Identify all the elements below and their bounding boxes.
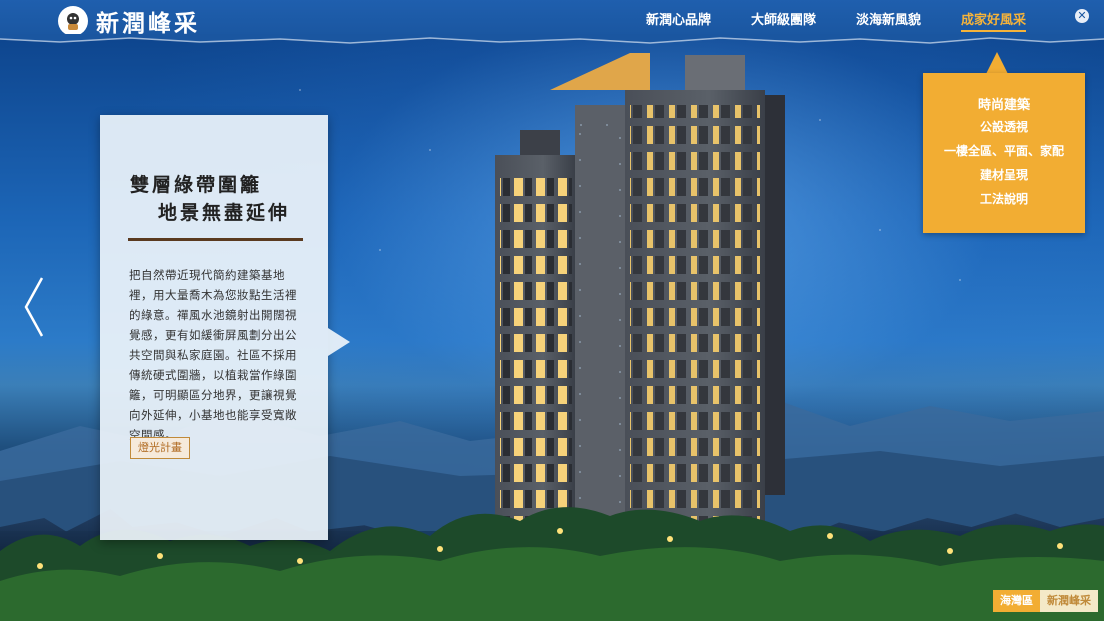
submenu-panel: 時尚建築 公設透視 一樓全區、平面、家配 建材呈現 工法說明 — [923, 73, 1085, 233]
area-label: 海灣區 — [993, 590, 1040, 612]
submenu-item-materials[interactable]: 建材呈現 — [923, 166, 1085, 190]
submenu-list: 時尚建築 公設透視 一樓全區、平面、家配 建材呈現 工法說明 — [923, 73, 1085, 214]
submenu-item-floorplans[interactable]: 一樓全區、平面、家配 — [923, 142, 1085, 166]
mascot-icon — [58, 6, 88, 36]
logo-wordmark: 新潤峰采 — [96, 10, 200, 37]
nav-item-brand[interactable]: 新潤心品牌 — [646, 9, 711, 32]
submenu-item-architecture[interactable]: 時尚建築 — [923, 94, 1085, 118]
card-description: 把自然帶近現代簡約建築基地裡，用大量喬木為您妝點生活裡的綠意。禪風水池鏡射出開闊… — [129, 268, 297, 442]
location-tag: 海灣區 新潤峰采 — [993, 590, 1098, 612]
submenu-item-construction[interactable]: 工法說明 — [923, 190, 1085, 214]
top-navigation-bar: 新潤峰采 新潤心品牌 大師級團隊 淡海新風貌 成家好風采 ✕ — [0, 0, 1104, 38]
submenu-item-facilities[interactable]: 公設透視 — [923, 118, 1085, 142]
card-divider — [128, 238, 303, 241]
brush-stroke-divider — [0, 34, 1104, 44]
card-pointer — [328, 328, 350, 356]
lighting-plan-button[interactable]: 燈光計畫 — [130, 437, 190, 459]
nav-item-danhai[interactable]: 淡海新風貌 — [856, 9, 921, 32]
brand-logo[interactable]: 新潤峰采 — [58, 4, 200, 38]
close-icon[interactable]: ✕ — [1075, 9, 1089, 23]
submenu-pointer — [986, 52, 1008, 74]
nav-item-team[interactable]: 大師級團隊 — [751, 9, 816, 32]
tower-building-illustration — [495, 53, 785, 550]
chevron-left-icon[interactable] — [22, 276, 46, 338]
card-title-line1: 雙層綠帶圍籬 — [130, 174, 263, 196]
main-nav: 新潤心品牌 大師級團隊 淡海新風貌 成家好風采 — [646, 9, 1027, 32]
project-label: 新潤峰采 — [1040, 590, 1098, 612]
card-title-line2: 地景無盡延伸 — [158, 202, 291, 224]
feature-card: 雙層綠帶圍籬 地景無盡延伸 把自然帶近現代簡約建築基地裡，用大量喬木為您妝點生活… — [100, 115, 328, 540]
nav-item-home[interactable]: 成家好風采 — [961, 9, 1027, 32]
